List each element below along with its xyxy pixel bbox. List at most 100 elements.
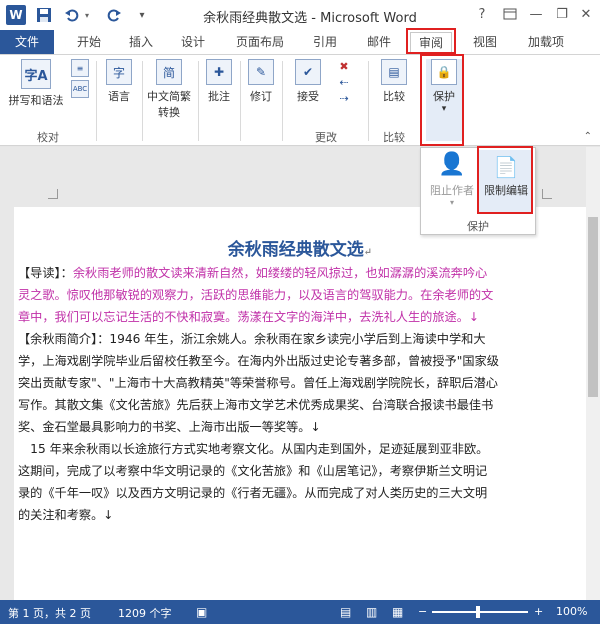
track-changes-button[interactable]: ✎ 修订 [244,59,278,104]
zoom-in-icon[interactable]: + [534,605,543,618]
compare-label: 比较 [383,90,405,103]
document-line: 这期间，完成了以考察中华文明记录的《文化苦旅》和《山居笔记》，考察伊斯兰文明记 [18,464,488,478]
document-line: 【导读】：余秋雨老师的散文读来清新自然，如缕缕的轻风掠过，也如潺潺的溪流奔吟心 [18,262,578,284]
accept-label: 接受 [297,90,319,103]
block-authors-dropdown-icon: ▾ [449,198,454,207]
chinese-convert-label-2: 转换 [158,106,180,119]
divider [142,61,143,141]
zoom-slider[interactable] [432,606,528,618]
tab-mailings[interactable]: 邮件 [360,32,398,52]
tab-file[interactable]: 文件 [0,30,54,54]
web-layout-icon[interactable]: ▦ [392,605,403,619]
highlight-review-tab [406,28,456,54]
comment-button[interactable]: ✚ 批注 [202,59,236,104]
reject-icon: ✖ [339,60,349,73]
document-line: 的关注和考察。↓ [18,508,114,522]
tab-addins[interactable]: 加载项 [518,32,574,52]
track-changes-icon: ✎ [248,59,274,85]
track-changes-label: 修订 [250,90,272,103]
divider [240,61,241,141]
comment-label: 批注 [208,90,230,103]
chinese-convert-icon: 简 [156,59,182,85]
chinese-convert-label: 中文简繁 [147,90,191,103]
document-page[interactable]: 余秋雨经典散文选↵ 【导读】：余秋雨老师的散文读来清新自然，如缕缕的轻风掠过，也… [14,207,586,600]
print-layout-icon[interactable]: ▥ [366,605,377,619]
undo-dropdown-icon[interactable]: ▾ [82,5,92,25]
line-prefix: 【导读】： [18,266,73,280]
divider [198,61,199,141]
title-bar: W ▾ ▾ 余秋雨经典散文选 - Microsoft Word ? — ❐ ✕ [0,0,600,30]
document-title-text: 余秋雨经典散文选 [227,240,364,260]
proofing-status-icon[interactable]: ▣ [196,605,207,619]
compare-button[interactable]: ▤ 比较 [374,59,414,104]
status-bar: 第 1 页，共 2 页 1209 个字 ▣ ▤ ▥ ▦ − + 100% [0,600,600,624]
protect-group-label: 保护 [467,220,489,233]
accept-button[interactable]: ✔ 接受 [288,59,328,104]
ribbon-tabs: 文件 开始 插入 设计 页面布局 引用 邮件 审阅 视图 加载项 [0,30,600,54]
scrollbar-thumb[interactable] [588,217,598,397]
tab-page-layout[interactable]: 页面布局 [228,32,292,52]
reject-button[interactable]: ✖ ⇠ ⇢ [332,59,356,107]
document-title: 余秋雨经典散文选↵ [14,235,586,260]
tab-home[interactable]: 开始 [70,32,108,52]
comment-icon: ✚ [206,59,232,85]
next-change-icon: ⇢ [339,92,349,105]
chinese-convert-button[interactable]: 简 中文简繁 转换 [144,59,194,120]
line-text: 余秋雨老师的散文读来清新自然，如缕缕的轻风掠过，也如潺潺的溪流奔吟心 [72,266,488,280]
window-title: 余秋雨经典散文选 - Microsoft Word [203,11,417,26]
document-line: 灵之歌。惊叹他那敏锐的观察力，活跃的思维能力，以及语言的驾驭能力。在余老师的文 [18,288,494,302]
accept-icon: ✔ [295,59,321,85]
spelling-label: 拼写和语法 [8,94,64,107]
language-button[interactable]: 字 语言 [100,59,138,104]
help-button[interactable]: ? [470,3,494,25]
tab-view[interactable]: 视图 [466,32,504,52]
word-count-button[interactable]: ≡ ABC [70,59,90,101]
document-body[interactable]: 【导读】：余秋雨老师的散文读来清新自然，如缕缕的轻风掠过，也如潺潺的溪流奔吟心 … [18,262,578,526]
document-line: 突出贡献专家"、"上海市十大高教精英"等荣誉称号。曾任上海戏剧学院院长，辞职后潜… [18,376,498,390]
document-line: 15 年来余秋雨以长途旅行方式实地考察文化。从国内走到国外，足迹延展到亚非欧。 [18,442,489,456]
close-button[interactable]: ✕ [574,3,598,25]
ribbon-options-icon[interactable] [498,3,522,25]
previous-change-icon: ⇠ [339,76,349,89]
block-authors-button[interactable]: 👤 阻止作者 ▾ [427,152,477,207]
thesaurus-icon: ≡ [71,59,89,77]
margin-corner-mark [542,189,552,199]
vertical-scrollbar[interactable] [586,147,600,600]
redo-icon[interactable] [104,5,124,25]
compare-icon: ▤ [381,59,407,85]
undo-icon[interactable] [62,5,82,25]
ribbon: 字A 拼写和语法 ≡ ABC 字 语言 简 中文简繁 转换 ✚ 批注 ✎ 修订 … [0,54,600,146]
margin-corner-mark [48,189,58,199]
document-line: 【余秋雨简介】：1946 年生，浙江余姚人。余秋雨在家乡读完小学后到上海读中学和… [18,332,486,346]
spelling-button[interactable]: 字A 拼写和语法 [4,59,68,108]
zoom-out-icon[interactable]: − [418,605,427,618]
word-count-icon: ABC [71,80,89,98]
collapse-ribbon-icon[interactable]: ⌃ [584,131,592,142]
block-authors-icon: 👤 [438,152,466,177]
divider [96,61,97,141]
read-mode-icon[interactable]: ▤ [340,605,351,619]
tab-references[interactable]: 引用 [306,32,344,52]
customize-icon[interactable]: ▾ [132,5,152,25]
group-proofing-label: 校对 [37,131,59,144]
save-icon[interactable] [34,5,54,25]
language-label: 语言 [108,90,130,103]
tab-insert[interactable]: 插入 [122,32,160,52]
divider [282,61,283,141]
group-compare-label: 比较 [383,131,405,144]
divider [368,61,369,141]
word-count[interactable]: 1209 个字 [118,605,172,621]
tab-design[interactable]: 设计 [174,32,212,52]
document-line: 奖、金石堂最具影响力的书奖、上海市出版一等奖等。↓ [18,420,321,434]
word-logo-icon[interactable]: W [6,5,26,25]
zoom-slider-handle[interactable] [476,606,480,618]
restore-button[interactable]: ❐ [550,3,574,25]
minimize-button[interactable]: — [524,3,548,25]
zoom-level[interactable]: 100% [556,605,587,618]
paragraph-mark: ↵ [363,247,373,258]
block-authors-label: 阻止作者 [430,184,474,197]
highlight-restrict-editing [477,146,533,214]
document-line: 学，上海戏剧学院毕业后留校任教至今。在海内外出版过史论专著多部，曾被授予"国家级 [18,354,499,368]
highlight-protect-button [420,54,464,146]
page-count[interactable]: 第 1 页，共 2 页 [8,605,91,621]
